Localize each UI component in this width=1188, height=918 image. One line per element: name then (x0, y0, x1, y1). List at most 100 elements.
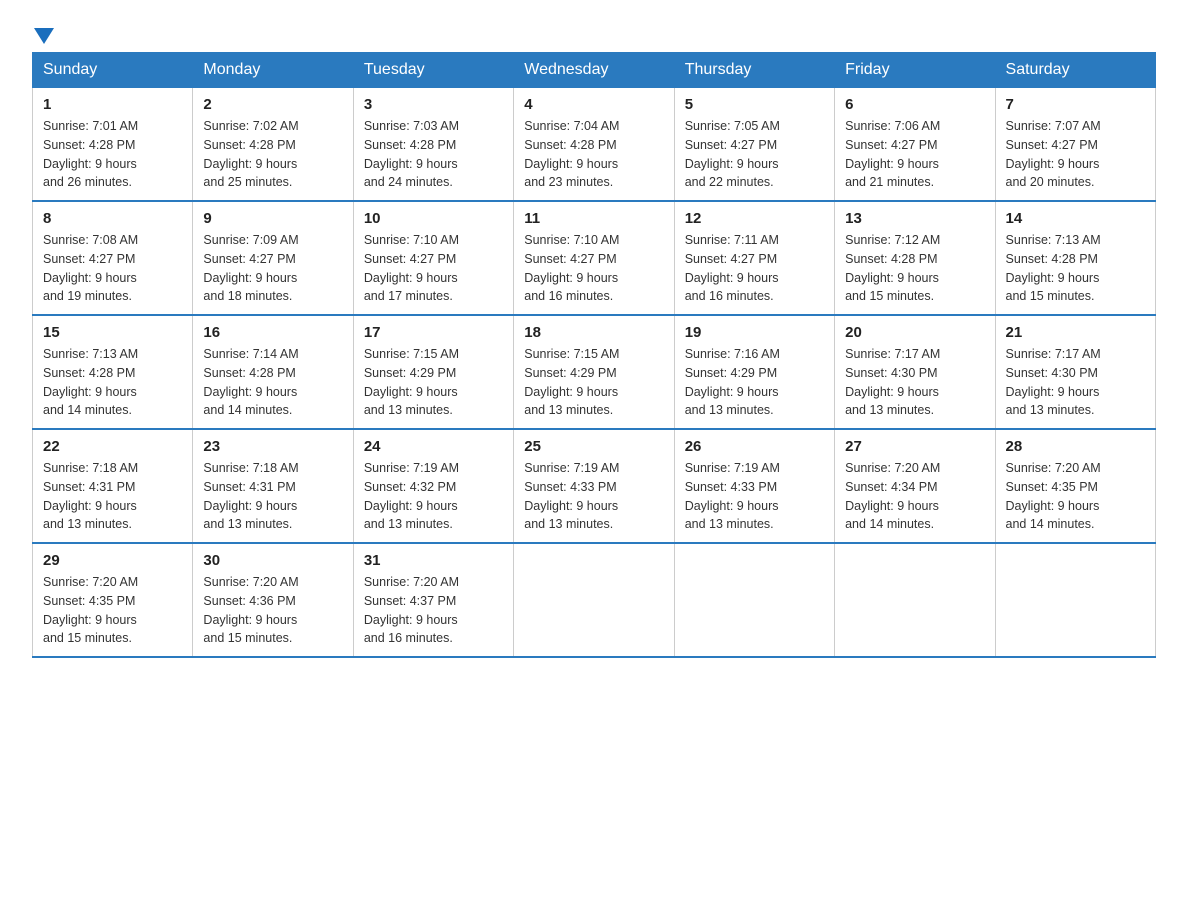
calendar-week-5: 29 Sunrise: 7:20 AMSunset: 4:35 PMDaylig… (33, 543, 1156, 657)
day-detail: Sunrise: 7:20 AMSunset: 4:35 PMDaylight:… (1006, 461, 1101, 531)
day-detail: Sunrise: 7:13 AMSunset: 4:28 PMDaylight:… (43, 347, 138, 417)
calendar-cell: 2 Sunrise: 7:02 AMSunset: 4:28 PMDayligh… (193, 88, 353, 202)
day-number: 28 (1006, 438, 1145, 455)
calendar-cell: 1 Sunrise: 7:01 AMSunset: 4:28 PMDayligh… (33, 88, 193, 202)
calendar-week-1: 1 Sunrise: 7:01 AMSunset: 4:28 PMDayligh… (33, 88, 1156, 202)
day-number: 17 (364, 324, 503, 341)
logo-triangle-icon (34, 28, 54, 44)
day-detail: Sunrise: 7:09 AMSunset: 4:27 PMDaylight:… (203, 233, 298, 303)
calendar-cell: 9 Sunrise: 7:09 AMSunset: 4:27 PMDayligh… (193, 201, 353, 315)
day-number: 14 (1006, 210, 1145, 227)
day-number: 2 (203, 96, 342, 113)
day-detail: Sunrise: 7:12 AMSunset: 4:28 PMDaylight:… (845, 233, 940, 303)
day-detail: Sunrise: 7:01 AMSunset: 4:28 PMDaylight:… (43, 119, 138, 189)
logo (32, 28, 54, 42)
day-detail: Sunrise: 7:07 AMSunset: 4:27 PMDaylight:… (1006, 119, 1101, 189)
calendar-cell: 13 Sunrise: 7:12 AMSunset: 4:28 PMDaylig… (835, 201, 995, 315)
calendar-cell: 31 Sunrise: 7:20 AMSunset: 4:37 PMDaylig… (353, 543, 513, 657)
weekday-header-thursday: Thursday (674, 53, 834, 88)
calendar-cell: 25 Sunrise: 7:19 AMSunset: 4:33 PMDaylig… (514, 429, 674, 543)
calendar-cell: 11 Sunrise: 7:10 AMSunset: 4:27 PMDaylig… (514, 201, 674, 315)
day-detail: Sunrise: 7:14 AMSunset: 4:28 PMDaylight:… (203, 347, 298, 417)
day-detail: Sunrise: 7:19 AMSunset: 4:32 PMDaylight:… (364, 461, 459, 531)
day-number: 26 (685, 438, 824, 455)
day-detail: Sunrise: 7:16 AMSunset: 4:29 PMDaylight:… (685, 347, 780, 417)
day-number: 25 (524, 438, 663, 455)
calendar-cell (835, 543, 995, 657)
day-number: 4 (524, 96, 663, 113)
calendar-week-2: 8 Sunrise: 7:08 AMSunset: 4:27 PMDayligh… (33, 201, 1156, 315)
day-detail: Sunrise: 7:11 AMSunset: 4:27 PMDaylight:… (685, 233, 779, 303)
calendar-week-3: 15 Sunrise: 7:13 AMSunset: 4:28 PMDaylig… (33, 315, 1156, 429)
calendar-cell: 6 Sunrise: 7:06 AMSunset: 4:27 PMDayligh… (835, 88, 995, 202)
day-detail: Sunrise: 7:17 AMSunset: 4:30 PMDaylight:… (1006, 347, 1101, 417)
day-number: 1 (43, 96, 182, 113)
calendar-cell: 29 Sunrise: 7:20 AMSunset: 4:35 PMDaylig… (33, 543, 193, 657)
weekday-header-saturday: Saturday (995, 53, 1155, 88)
day-number: 6 (845, 96, 984, 113)
weekday-header-monday: Monday (193, 53, 353, 88)
day-number: 10 (364, 210, 503, 227)
day-detail: Sunrise: 7:15 AMSunset: 4:29 PMDaylight:… (364, 347, 459, 417)
day-number: 20 (845, 324, 984, 341)
day-number: 11 (524, 210, 663, 227)
day-detail: Sunrise: 7:20 AMSunset: 4:36 PMDaylight:… (203, 575, 298, 645)
day-detail: Sunrise: 7:03 AMSunset: 4:28 PMDaylight:… (364, 119, 459, 189)
calendar-cell (674, 543, 834, 657)
calendar-cell (514, 543, 674, 657)
day-number: 29 (43, 552, 182, 569)
calendar-cell: 26 Sunrise: 7:19 AMSunset: 4:33 PMDaylig… (674, 429, 834, 543)
day-detail: Sunrise: 7:10 AMSunset: 4:27 PMDaylight:… (364, 233, 459, 303)
calendar-cell: 5 Sunrise: 7:05 AMSunset: 4:27 PMDayligh… (674, 88, 834, 202)
logo-blue-text (32, 28, 54, 42)
day-number: 12 (685, 210, 824, 227)
calendar-cell: 30 Sunrise: 7:20 AMSunset: 4:36 PMDaylig… (193, 543, 353, 657)
day-number: 19 (685, 324, 824, 341)
calendar-week-4: 22 Sunrise: 7:18 AMSunset: 4:31 PMDaylig… (33, 429, 1156, 543)
day-detail: Sunrise: 7:20 AMSunset: 4:34 PMDaylight:… (845, 461, 940, 531)
day-number: 22 (43, 438, 182, 455)
calendar-cell: 27 Sunrise: 7:20 AMSunset: 4:34 PMDaylig… (835, 429, 995, 543)
calendar-cell: 16 Sunrise: 7:14 AMSunset: 4:28 PMDaylig… (193, 315, 353, 429)
day-detail: Sunrise: 7:13 AMSunset: 4:28 PMDaylight:… (1006, 233, 1101, 303)
day-number: 15 (43, 324, 182, 341)
day-detail: Sunrise: 7:08 AMSunset: 4:27 PMDaylight:… (43, 233, 138, 303)
calendar-cell: 17 Sunrise: 7:15 AMSunset: 4:29 PMDaylig… (353, 315, 513, 429)
calendar-cell: 24 Sunrise: 7:19 AMSunset: 4:32 PMDaylig… (353, 429, 513, 543)
day-detail: Sunrise: 7:19 AMSunset: 4:33 PMDaylight:… (524, 461, 619, 531)
calendar-cell: 19 Sunrise: 7:16 AMSunset: 4:29 PMDaylig… (674, 315, 834, 429)
weekday-header-sunday: Sunday (33, 53, 193, 88)
day-detail: Sunrise: 7:04 AMSunset: 4:28 PMDaylight:… (524, 119, 619, 189)
day-number: 27 (845, 438, 984, 455)
day-number: 7 (1006, 96, 1145, 113)
calendar-cell: 23 Sunrise: 7:18 AMSunset: 4:31 PMDaylig… (193, 429, 353, 543)
day-number: 9 (203, 210, 342, 227)
calendar-cell (995, 543, 1155, 657)
day-number: 31 (364, 552, 503, 569)
calendar-cell: 10 Sunrise: 7:10 AMSunset: 4:27 PMDaylig… (353, 201, 513, 315)
weekday-header-wednesday: Wednesday (514, 53, 674, 88)
weekday-header-friday: Friday (835, 53, 995, 88)
day-detail: Sunrise: 7:20 AMSunset: 4:35 PMDaylight:… (43, 575, 138, 645)
calendar-cell: 8 Sunrise: 7:08 AMSunset: 4:27 PMDayligh… (33, 201, 193, 315)
day-detail: Sunrise: 7:10 AMSunset: 4:27 PMDaylight:… (524, 233, 619, 303)
day-number: 23 (203, 438, 342, 455)
day-detail: Sunrise: 7:18 AMSunset: 4:31 PMDaylight:… (203, 461, 298, 531)
calendar-cell: 22 Sunrise: 7:18 AMSunset: 4:31 PMDaylig… (33, 429, 193, 543)
day-number: 5 (685, 96, 824, 113)
day-number: 21 (1006, 324, 1145, 341)
day-number: 24 (364, 438, 503, 455)
calendar-cell: 14 Sunrise: 7:13 AMSunset: 4:28 PMDaylig… (995, 201, 1155, 315)
day-number: 3 (364, 96, 503, 113)
calendar-cell: 15 Sunrise: 7:13 AMSunset: 4:28 PMDaylig… (33, 315, 193, 429)
calendar-header-row: SundayMondayTuesdayWednesdayThursdayFrid… (33, 53, 1156, 88)
weekday-header-tuesday: Tuesday (353, 53, 513, 88)
calendar-cell: 7 Sunrise: 7:07 AMSunset: 4:27 PMDayligh… (995, 88, 1155, 202)
day-detail: Sunrise: 7:06 AMSunset: 4:27 PMDaylight:… (845, 119, 940, 189)
day-detail: Sunrise: 7:20 AMSunset: 4:37 PMDaylight:… (364, 575, 459, 645)
day-number: 30 (203, 552, 342, 569)
calendar-cell: 20 Sunrise: 7:17 AMSunset: 4:30 PMDaylig… (835, 315, 995, 429)
day-detail: Sunrise: 7:02 AMSunset: 4:28 PMDaylight:… (203, 119, 298, 189)
calendar-cell: 12 Sunrise: 7:11 AMSunset: 4:27 PMDaylig… (674, 201, 834, 315)
day-detail: Sunrise: 7:05 AMSunset: 4:27 PMDaylight:… (685, 119, 780, 189)
